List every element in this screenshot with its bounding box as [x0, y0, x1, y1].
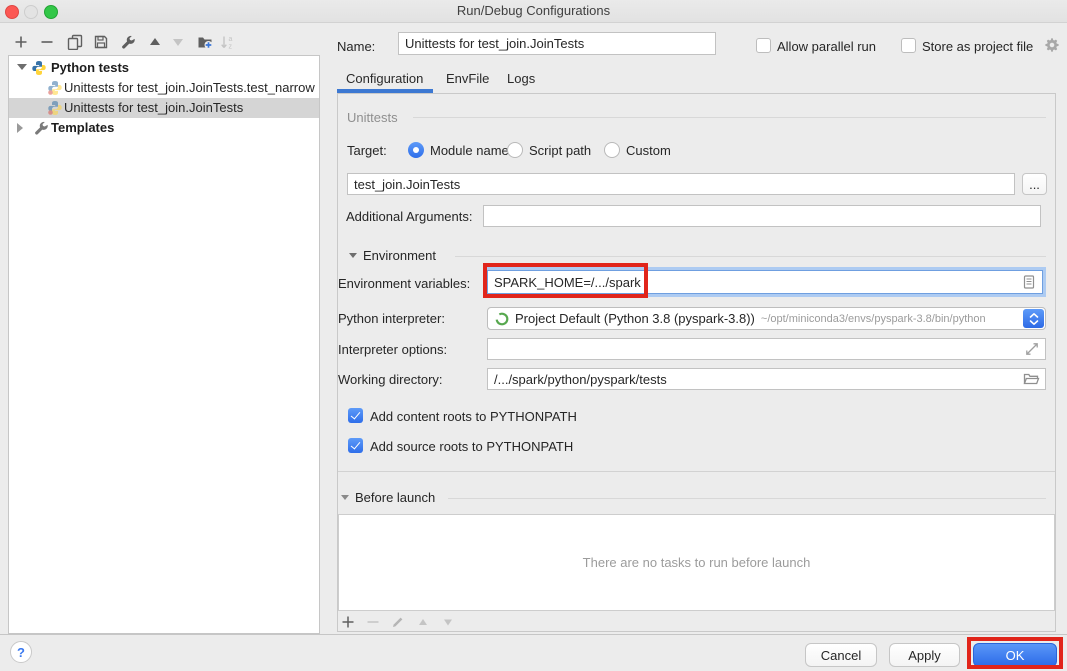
move-down-icon [170, 34, 186, 50]
new-folder-icon[interactable] [197, 34, 213, 50]
edit-templates-icon[interactable] [120, 34, 136, 50]
browse-module-button[interactable]: ... [1022, 173, 1047, 195]
tab-logs[interactable]: Logs [507, 71, 535, 86]
working-directory-label: Working directory: [338, 372, 443, 387]
environment-collapse-icon[interactable] [349, 253, 357, 258]
remove-configuration-icon[interactable] [39, 34, 55, 50]
tab-envfile[interactable]: EnvFile [446, 71, 489, 86]
additional-arguments-label: Additional Arguments: [346, 209, 472, 224]
apply-button[interactable]: Apply [889, 643, 960, 667]
add-content-roots-label: Add content roots to PYTHONPATH [370, 409, 577, 424]
tab-configuration[interactable]: Configuration [346, 71, 423, 86]
tree-item-label: Unittests for test_join.JoinTests.test_n… [64, 78, 315, 98]
group-divider [413, 117, 1046, 118]
sort-alphabetically-icon: az [220, 34, 236, 50]
chevron-up-down-icon [1023, 309, 1044, 328]
ok-button[interactable]: OK [973, 643, 1057, 667]
browse-folder-icon[interactable] [1023, 371, 1040, 387]
before-launch-collapse-icon[interactable] [341, 495, 349, 500]
help-button[interactable]: ? [10, 641, 32, 663]
environment-group-label: Environment [363, 248, 436, 263]
copy-configuration-icon[interactable] [67, 34, 83, 50]
add-configuration-icon[interactable] [13, 34, 29, 50]
conda-environment-icon [494, 311, 510, 327]
tree-item-templates[interactable]: Templates [9, 118, 319, 138]
before-launch-group-label: Before launch [355, 490, 435, 505]
allow-parallel-run-checkbox[interactable] [756, 38, 771, 53]
move-task-up-icon [416, 615, 430, 629]
add-content-roots-checkbox[interactable] [348, 408, 363, 423]
window-title: Run/Debug Configurations [0, 3, 1067, 18]
wrench-icon [33, 120, 49, 136]
collapse-arrow-icon[interactable] [17, 64, 27, 70]
python-icon [31, 60, 47, 76]
store-as-project-file-checkbox[interactable] [901, 38, 916, 53]
remove-task-icon [366, 615, 380, 629]
additional-arguments-input[interactable] [483, 205, 1041, 227]
interpreter-options-label: Interpreter options: [338, 342, 447, 357]
expand-field-icon[interactable] [1024, 341, 1040, 357]
group-divider [455, 256, 1046, 257]
before-launch-empty-text: There are no tasks to run before launch [583, 555, 811, 570]
python-test-icon [47, 80, 63, 96]
cancel-button[interactable]: Cancel [805, 643, 877, 667]
python-test-icon [47, 100, 63, 116]
move-task-down-icon [441, 615, 455, 629]
move-up-icon[interactable] [147, 34, 163, 50]
target-module-name-label: Module name [430, 143, 509, 158]
tree-item-python-tests[interactable]: Python tests [9, 58, 319, 78]
unittests-group-label: Unittests [347, 110, 398, 125]
tree-item-test-narrow[interactable]: Unittests for test_join.JoinTests.test_n… [9, 78, 319, 98]
gear-icon[interactable] [1044, 37, 1060, 53]
tree-item-jointests-selected[interactable]: Unittests for test_join.JoinTests [9, 98, 319, 118]
expand-arrow-icon[interactable] [17, 123, 23, 133]
working-directory-input[interactable] [487, 368, 1046, 390]
python-interpreter-select[interactable]: Project Default (Python 3.8 (pyspark-3.8… [487, 307, 1046, 330]
target-script-path-label: Script path [529, 143, 591, 158]
interpreter-options-input[interactable] [487, 338, 1046, 360]
run-debug-configurations-dialog: Run/Debug Configurations az Python tests… [0, 0, 1067, 671]
footer-divider [0, 634, 1067, 635]
environment-variables-input[interactable] [487, 270, 1043, 294]
before-launch-task-list: There are no tasks to run before launch [338, 514, 1055, 611]
python-interpreter-label: Python interpreter: [338, 311, 445, 326]
section-divider [338, 471, 1055, 472]
name-label: Name: [337, 39, 375, 54]
svg-text:a: a [229, 36, 233, 43]
environment-variables-label: Environment variables: [338, 276, 470, 291]
svg-text:z: z [229, 44, 233, 51]
configurations-tree: Python tests Unittests for test_join.Joi… [8, 55, 320, 634]
target-module-name-radio[interactable] [408, 142, 424, 158]
add-source-roots-checkbox[interactable] [348, 438, 363, 453]
store-as-project-file-label: Store as project file [922, 39, 1033, 54]
tree-item-label: Python tests [51, 58, 129, 78]
add-source-roots-label: Add source roots to PYTHONPATH [370, 439, 573, 454]
target-label: Target: [347, 143, 387, 158]
target-custom-label: Custom [626, 143, 671, 158]
tree-item-label: Templates [51, 118, 114, 138]
target-script-path-radio[interactable] [507, 142, 523, 158]
title-bar: Run/Debug Configurations [0, 0, 1067, 23]
name-input[interactable] [398, 32, 716, 55]
edit-task-icon [391, 615, 405, 629]
target-custom-radio[interactable] [604, 142, 620, 158]
allow-parallel-run-label: Allow parallel run [777, 39, 876, 54]
add-task-icon[interactable] [341, 615, 355, 629]
save-configuration-icon[interactable] [93, 34, 109, 50]
environment-variables-browse-icon[interactable] [1021, 274, 1037, 290]
group-divider [448, 498, 1046, 499]
module-name-input[interactable] [347, 173, 1015, 195]
tree-item-label: Unittests for test_join.JoinTests [64, 98, 243, 118]
python-interpreter-path: ~/opt/miniconda3/envs/pyspark-3.8/bin/py… [761, 313, 986, 325]
python-interpreter-value: Project Default (Python 3.8 (pyspark-3.8… [515, 311, 755, 326]
